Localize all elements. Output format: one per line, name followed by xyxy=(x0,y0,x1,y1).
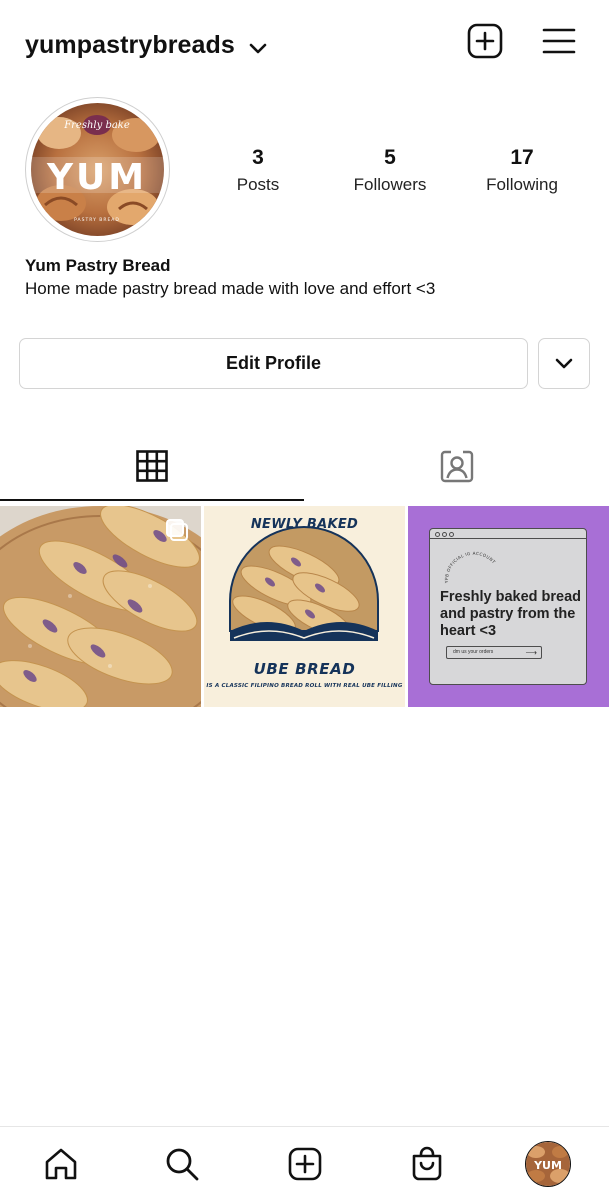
post-3-window-card: YPB OFFICIAL IG ACCOUNT Freshly baked br… xyxy=(429,528,587,685)
followers-stat[interactable]: 5 Followers xyxy=(340,145,440,198)
svg-text:YUM: YUM xyxy=(533,1159,562,1172)
chevron-down-icon[interactable] xyxy=(247,38,269,60)
posts-count: 3 xyxy=(252,146,264,169)
bottom-navigation: YUM xyxy=(0,1126,609,1200)
plus-square-icon xyxy=(467,23,503,59)
following-label: Following xyxy=(486,175,558,194)
new-post-button[interactable] xyxy=(466,22,504,60)
hamburger-menu-icon xyxy=(542,28,576,54)
create-icon xyxy=(288,1147,322,1181)
curved-label: YPB OFFICIAL IG ACCOUNT xyxy=(444,551,497,584)
posts-label: Posts xyxy=(236,175,280,194)
arrow-right-icon: ⟶ xyxy=(525,648,537,657)
post-2-top-text: NEWLY BAKED xyxy=(250,517,359,532)
multiple-photos-icon xyxy=(166,519,188,541)
post-tile-1[interactable] xyxy=(0,506,201,707)
search-icon xyxy=(166,1148,199,1181)
discover-people-button[interactable] xyxy=(538,338,590,389)
post-tile-3[interactable]: YPB OFFICIAL IG ACCOUNT Freshly baked br… xyxy=(408,506,609,707)
chevron-down-icon xyxy=(555,358,573,368)
avatar-logo: YUM xyxy=(46,157,147,198)
followers-label: Followers xyxy=(353,175,427,194)
profile-bio: Home made pastry bread made with love an… xyxy=(25,279,436,298)
followers-count: 5 xyxy=(384,146,396,169)
tab-tagged[interactable] xyxy=(304,430,609,502)
post-3-headline: Freshly baked bread and pastry from the … xyxy=(440,589,582,639)
profile-avatar: YUM xyxy=(525,1141,571,1187)
avatar-tagline: Freshly bake xyxy=(63,120,130,131)
tagged-person-icon xyxy=(440,450,473,483)
window-titlebar xyxy=(430,529,586,539)
top-header: yumpastrybreads xyxy=(0,0,609,90)
profile-username[interactable]: yumpastrybreads xyxy=(25,31,235,60)
nav-shop[interactable] xyxy=(404,1141,450,1187)
avatar-bottom-text: PASTRY BREAD xyxy=(74,217,120,223)
profile-avatar[interactable]: Freshly bake YUM PASTRY BREAD xyxy=(31,103,164,236)
nav-search[interactable] xyxy=(159,1141,205,1187)
active-tab-indicator xyxy=(0,499,304,501)
post-3-cta: dm us your orders ⟶ xyxy=(446,646,542,659)
following-count: 17 xyxy=(510,146,534,169)
nav-home[interactable] xyxy=(38,1141,84,1187)
home-icon xyxy=(45,1148,77,1180)
shop-bag-icon xyxy=(412,1146,442,1181)
nav-profile[interactable]: YUM xyxy=(525,1141,571,1187)
following-stat[interactable]: 17 Following xyxy=(470,145,574,198)
post-2-subtitle: IS A CLASSIC FILIPINO BREAD ROLL WITH RE… xyxy=(206,683,403,689)
profile-display-name: Yum Pastry Bread xyxy=(25,256,171,275)
nav-create[interactable] xyxy=(282,1141,328,1187)
menu-button[interactable] xyxy=(540,22,578,60)
post-2-title: UBE BREAD xyxy=(253,660,356,678)
grid-icon xyxy=(136,450,168,482)
tab-posts-grid[interactable] xyxy=(0,430,304,502)
posts-stat[interactable]: 3 Posts xyxy=(218,145,298,198)
post-tile-2[interactable]: NEWLY BAKED UBE BREAD IS A CLASSIC FILIP… xyxy=(204,506,405,707)
edit-profile-button[interactable]: Edit Profile xyxy=(19,338,528,389)
svg-text:YPB OFFICIAL IG ACCOUNT: YPB OFFICIAL IG ACCOUNT xyxy=(444,551,497,584)
